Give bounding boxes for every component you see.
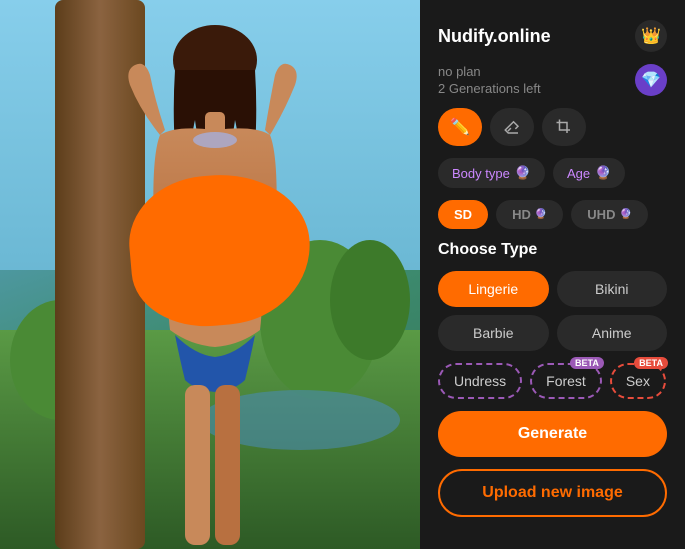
crop-tool-button[interactable] (542, 108, 586, 146)
body-type-button[interactable]: Body type 🔮 (438, 158, 545, 188)
anime-type-button[interactable]: Anime (557, 315, 668, 351)
undress-label: Undress (454, 373, 506, 389)
lingerie-label: Lingerie (468, 281, 518, 297)
tool-row: ✏️ (438, 108, 667, 146)
crown-icon[interactable]: 👑 (635, 20, 667, 52)
forest-type-button[interactable]: Forest BETA (530, 363, 602, 399)
barbie-type-button[interactable]: Barbie (438, 315, 549, 351)
forest-label: Forest (546, 373, 586, 389)
uhd-quality-button[interactable]: UHD 🔮 (571, 200, 648, 229)
hd-label: HD (512, 207, 531, 222)
options-row: Body type 🔮 Age 🔮 (438, 158, 667, 188)
lingerie-type-button[interactable]: Lingerie (438, 271, 549, 307)
age-label: Age (567, 166, 590, 181)
sex-label: Sex (626, 373, 650, 389)
forest-beta-badge: BETA (570, 357, 604, 369)
type-grid: Lingerie Bikini Barbie Anime (438, 271, 667, 351)
eraser-tool-button[interactable] (490, 108, 534, 146)
body-type-lock-icon: 🔮 (515, 165, 531, 181)
beta-types-row: Undress Forest BETA Sex BETA (438, 363, 667, 399)
plan-name: no plan (438, 64, 541, 79)
plan-text: no plan 2 Generations left (438, 64, 541, 96)
sex-beta-badge: BETA (634, 357, 668, 369)
app-title: Nudify.online (438, 26, 551, 47)
upload-new-image-button[interactable]: Upload new image (438, 469, 667, 517)
right-panel: Nudify.online 👑 no plan 2 Generations le… (420, 0, 685, 549)
plan-info: no plan 2 Generations left 💎 (438, 64, 667, 96)
brush-tool-button[interactable]: ✏️ (438, 108, 482, 146)
header: Nudify.online 👑 (438, 20, 667, 52)
hd-quality-button[interactable]: HD 🔮 (496, 200, 563, 229)
diamond-icon[interactable]: 💎 (635, 64, 667, 96)
age-button[interactable]: Age 🔮 (553, 158, 625, 188)
section-title: Choose Type (438, 241, 667, 259)
image-panel (0, 0, 420, 549)
age-lock-icon: 🔮 (595, 165, 611, 181)
generate-button[interactable]: Generate (438, 411, 667, 457)
bikini-type-button[interactable]: Bikini (557, 271, 668, 307)
sd-label: SD (454, 207, 472, 222)
anime-label: Anime (592, 325, 632, 341)
barbie-label: Barbie (473, 325, 513, 341)
quality-row: SD HD 🔮 UHD 🔮 (438, 200, 667, 229)
body-type-label: Body type (452, 166, 510, 181)
generations-left: 2 Generations left (438, 81, 541, 96)
undress-type-button[interactable]: Undress (438, 363, 522, 399)
sex-type-button[interactable]: Sex BETA (610, 363, 666, 399)
hd-lock-icon: 🔮 (535, 209, 547, 220)
uhd-label: UHD (587, 207, 615, 222)
uhd-lock-icon: 🔮 (619, 209, 631, 220)
bikini-label: Bikini (595, 281, 628, 297)
sd-quality-button[interactable]: SD (438, 200, 488, 229)
